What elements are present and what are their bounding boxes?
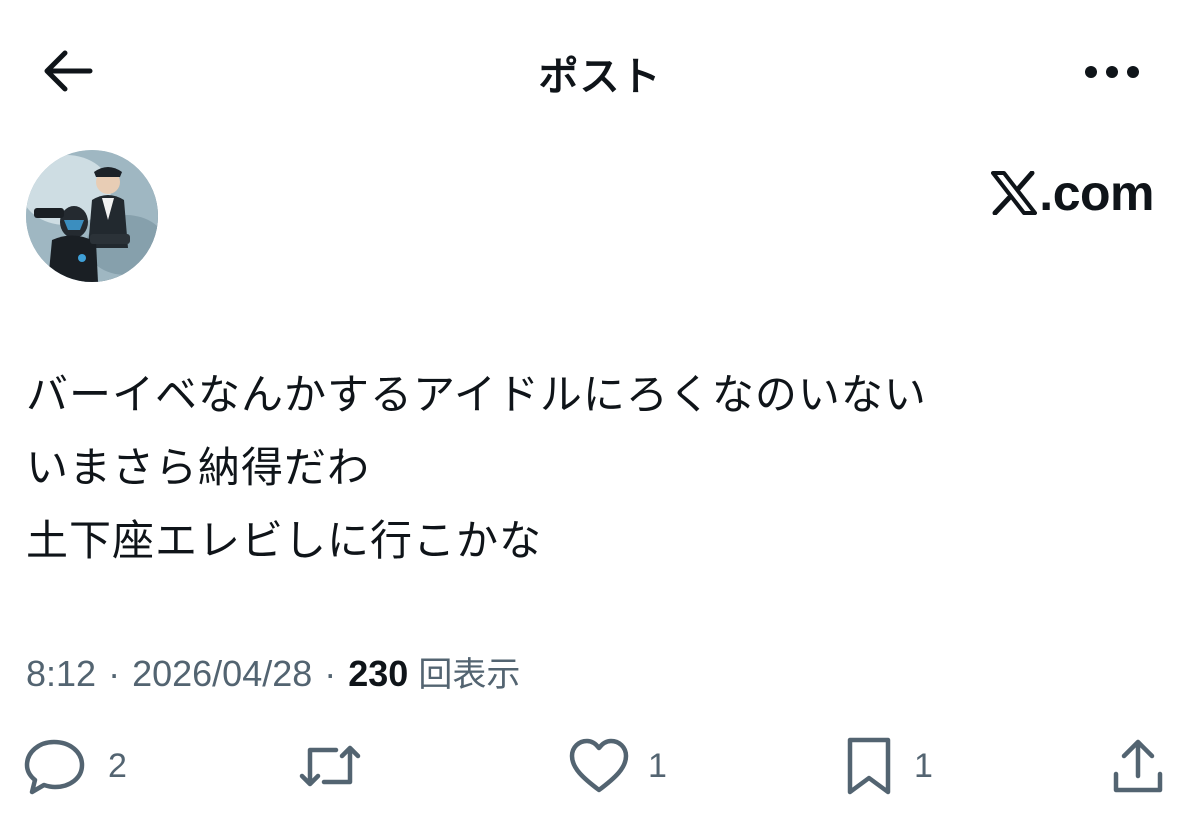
- reply-count: 2: [108, 746, 127, 785]
- reply-button[interactable]: 2: [24, 736, 127, 796]
- heart-icon: [569, 738, 629, 793]
- share-button[interactable]: [1110, 736, 1166, 796]
- avatar[interactable]: [26, 150, 158, 282]
- meta-separator: ·: [324, 653, 337, 694]
- bookmark-count: 1: [914, 746, 933, 785]
- share-upload-icon: [1113, 739, 1163, 793]
- like-button[interactable]: 1: [568, 736, 667, 796]
- arrow-left-icon: [44, 50, 93, 92]
- post-line: いまさら納得だわ: [26, 444, 371, 491]
- bookmark-button[interactable]: 1: [842, 736, 933, 796]
- post-line: 土下座エレビしに行こかな: [26, 517, 543, 564]
- meta-separator: ·: [108, 653, 121, 694]
- back-button[interactable]: [40, 46, 94, 96]
- like-count: 1: [648, 746, 667, 785]
- avatar-image: [26, 150, 158, 282]
- post-time[interactable]: 8:12: [26, 653, 96, 695]
- views-count: 230: [348, 653, 409, 694]
- post-text: バーイベなんかするアイドルにろくなのいない いまさら納得だわ 土下座エレビしに行…: [26, 358, 1176, 577]
- comment-bubble-icon: [24, 739, 85, 795]
- post-line: バーイベなんかするアイドルにろくなのいない: [26, 371, 927, 418]
- more-options-button[interactable]: [1080, 52, 1144, 92]
- more-horizontal-icon: [1085, 66, 1139, 78]
- x-logo-icon: [991, 171, 1038, 215]
- views-label: 回表示: [418, 656, 521, 694]
- xcom-watermark: .com: [991, 168, 1154, 218]
- page-title: ポスト: [538, 55, 662, 99]
- post-detail-screen: ポスト .com バーイベなんかするアイドルにろくなのいない いまさら納得だわ …: [0, 0, 1200, 833]
- post-meta: 8:12 · 2026/04/28 · 230 回表示: [26, 647, 520, 696]
- post-date[interactable]: 2026/04/28: [132, 653, 312, 695]
- bookmark-icon: [847, 737, 891, 795]
- repost-button[interactable]: [296, 736, 382, 796]
- repost-arrows-icon: [299, 745, 361, 787]
- xcom-domain-text: .com: [1039, 165, 1154, 221]
